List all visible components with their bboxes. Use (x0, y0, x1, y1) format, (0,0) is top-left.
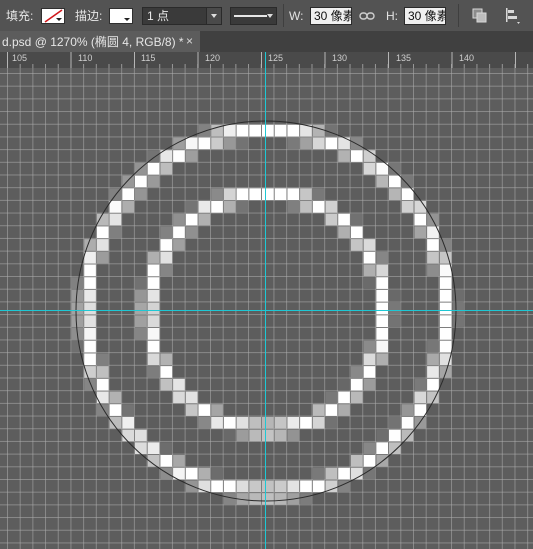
stroke-label: 描边: (75, 9, 103, 23)
chevron-down-icon (124, 17, 130, 21)
fill-swatch[interactable] (41, 7, 65, 24)
fill-label: 填充: (6, 9, 34, 23)
close-icon[interactable]: × (186, 34, 193, 48)
ruler-label: 110 (78, 53, 93, 63)
ruler-label: 125 (268, 53, 284, 63)
ruler-label: 130 (332, 53, 348, 63)
chevron-down-icon (206, 7, 221, 24)
ruler-label: 105 (12, 53, 28, 63)
horizontal-ruler[interactable]: 105 110 115 120 125 130 135 140 (0, 52, 533, 69)
stroke-type-select[interactable] (230, 6, 277, 25)
ruler-label: 135 (396, 53, 412, 63)
ruler-label: 140 (459, 53, 475, 63)
height-input[interactable]: 30 像素 (404, 6, 446, 25)
path-operations-icon[interactable] (472, 0, 488, 31)
solid-line-icon (234, 14, 267, 17)
ruler-label: 120 (205, 53, 221, 63)
stroke-width-select[interactable]: 1 点 (142, 6, 222, 25)
document-tab[interactable]: d.psd @ 1270% (椭圆 4, RGB/8) * (0, 31, 200, 52)
link-icon[interactable] (359, 0, 375, 31)
path-alignment-icon[interactable] (504, 0, 522, 31)
document-tab-bar: d.psd @ 1270% (椭圆 4, RGB/8) * × (0, 31, 533, 53)
overlay-layer (0, 68, 533, 549)
w-label: W: (289, 8, 304, 23)
chevron-down-icon (56, 17, 62, 21)
ruler-label: 115 (141, 53, 156, 63)
chevron-down-icon (267, 13, 273, 18)
document-tab-title: d.psd @ 1270% (椭圆 4, RGB/8) * (2, 35, 184, 49)
ruler-guide-marker (265, 52, 266, 68)
stroke-swatch[interactable] (109, 7, 133, 24)
stroke-width-value: 1 点 (147, 9, 170, 23)
h-label: H: (386, 8, 398, 23)
options-bar: 填充: 描边: 1 点 W: 30 像素 H: 30 像素 (0, 0, 533, 32)
width-input[interactable]: 30 像素 (310, 6, 352, 25)
document-canvas[interactable] (0, 68, 533, 549)
